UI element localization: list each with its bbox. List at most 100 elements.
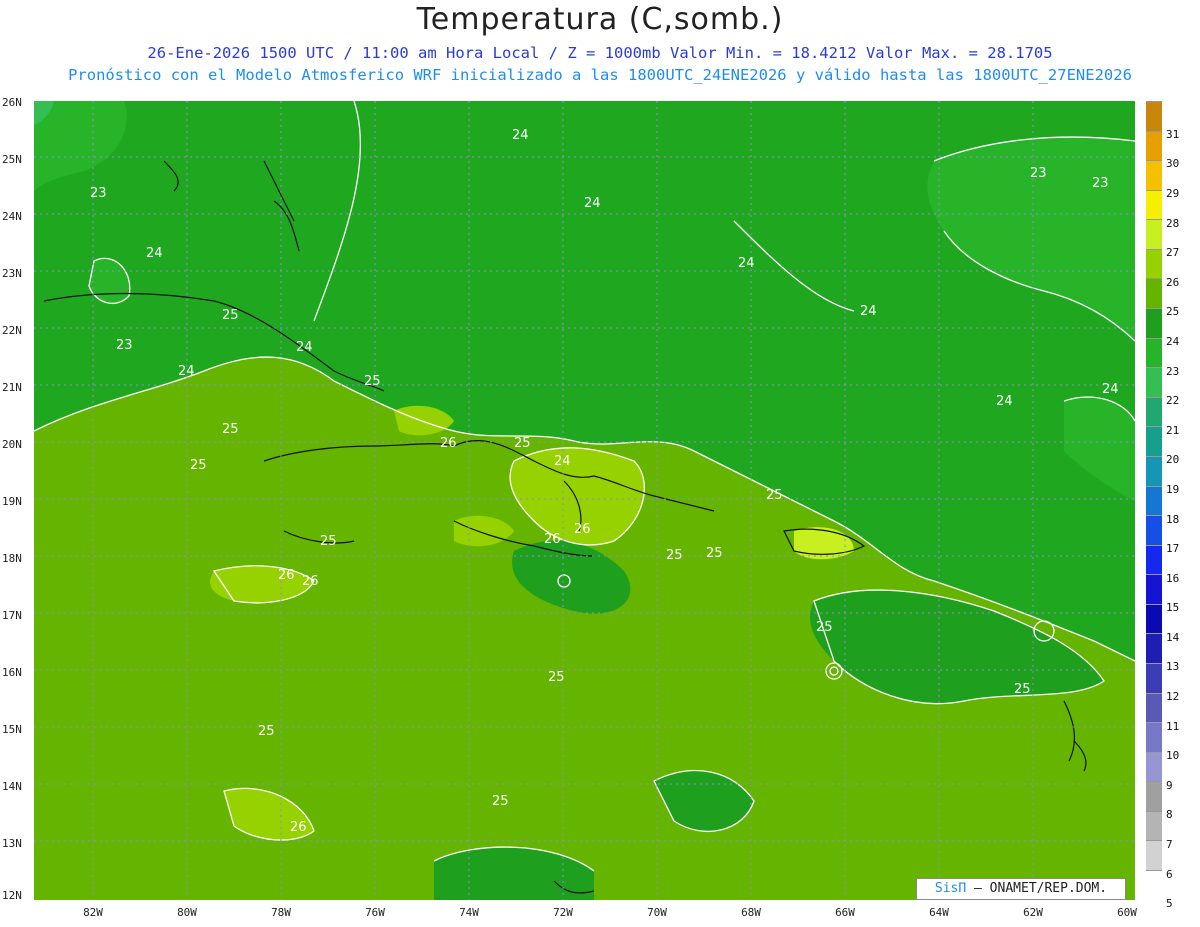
color-scale-label: 22	[1166, 394, 1180, 408]
contour-label: 24	[296, 340, 313, 355]
color-scale-cell	[1146, 662, 1162, 693]
map-title: Temperatura (C,somb.)	[416, 2, 784, 37]
color-scale-cell	[1146, 101, 1162, 131]
lon-label: 60W	[1117, 906, 1137, 919]
subtitle-model-info: Pronóstico con el Modelo Atmosferico WRF…	[68, 66, 1132, 84]
contour-label: 25	[190, 458, 207, 473]
lat-label: 23N	[2, 267, 22, 280]
lon-label: 76W	[365, 906, 385, 919]
contour-label: 24	[738, 256, 755, 271]
contour-label: 24	[146, 246, 163, 261]
color-scale-cell	[1146, 810, 1162, 841]
lat-label: 12N	[2, 889, 22, 902]
color-scale-cell	[1146, 544, 1162, 575]
contour-label: 23	[1030, 166, 1047, 181]
contour-label: 25	[816, 620, 833, 635]
color-scale-label: 12	[1166, 690, 1180, 704]
color-scale-label: 8	[1166, 808, 1173, 822]
contour-label: 25	[1014, 682, 1031, 697]
contour-label: 26	[440, 436, 457, 451]
color-scale-cell	[1146, 130, 1162, 161]
lon-label: 68W	[741, 906, 761, 919]
lon-label: 70W	[647, 906, 667, 919]
contour-label: 23	[90, 186, 107, 201]
contour-label: 25	[258, 724, 275, 739]
temperature-map: 24 23 24 24 24 23 24 24 25 24 23 24 25 2…	[34, 101, 1135, 900]
color-scale-label: 9	[1166, 778, 1173, 792]
lon-label: 74W	[459, 906, 479, 919]
color-scale-label: 17	[1166, 542, 1180, 556]
contour-label: 24	[554, 454, 571, 469]
contour-label: 25	[320, 534, 337, 549]
color-scale-label: 24	[1166, 334, 1180, 348]
color-scale-cell	[1146, 308, 1162, 338]
color-scale-cell	[1146, 219, 1162, 249]
color-scale-label: 13	[1166, 660, 1180, 674]
color-scale-cell	[1146, 426, 1162, 456]
color-scale-cell	[1146, 278, 1162, 309]
color-scale-label: 19	[1166, 482, 1180, 496]
color-scale-cell	[1146, 160, 1162, 190]
contour-label: 25	[222, 422, 239, 437]
lat-label: 13N	[2, 837, 22, 850]
contour-label: 24	[996, 394, 1013, 409]
color-scale-label: 21	[1166, 423, 1180, 437]
contour-label: 25	[364, 374, 381, 389]
color-scale-label: 30	[1166, 157, 1180, 171]
color-scale-label: 26	[1166, 275, 1180, 289]
contour-label: 26	[544, 532, 561, 547]
contour-label: 25	[548, 670, 565, 685]
lon-label: 78W	[271, 906, 291, 919]
color-scale-label: 31	[1166, 127, 1180, 141]
contour-label: 25	[666, 548, 683, 563]
color-scale-cell	[1146, 751, 1162, 782]
contour-label: 26	[574, 522, 591, 537]
lat-label: 16N	[2, 666, 22, 679]
contour-label: 23	[116, 338, 133, 353]
lat-label: 19N	[2, 495, 22, 508]
sispi-logo: SisΠ	[934, 881, 967, 896]
contour-label: 26	[290, 820, 307, 835]
contour-label: 24	[1102, 382, 1119, 397]
color-scale-label: 14	[1166, 630, 1180, 644]
color-scale-bar	[1146, 101, 1162, 900]
lat-label: 20N	[2, 438, 22, 451]
lon-label: 62W	[1023, 906, 1043, 919]
lon-label: 82W	[83, 906, 103, 919]
contour-label: 25	[492, 794, 509, 809]
lon-label: 80W	[177, 906, 197, 919]
lat-label: 22N	[2, 324, 22, 337]
color-scale-label: 27	[1166, 246, 1180, 260]
color-scale-label: 18	[1166, 512, 1180, 526]
lat-label: 15N	[2, 723, 22, 736]
lat-label: 17N	[2, 609, 22, 622]
contour-label: 25	[766, 488, 783, 503]
lat-label: 18N	[2, 552, 22, 565]
credit-text: – ONAMET/REP.DOM.	[974, 881, 1108, 896]
contour-label: 23	[1092, 176, 1109, 191]
credit-box: SisΠ – ONAMET/REP.DOM.	[916, 878, 1126, 900]
color-scale-label: 7	[1166, 838, 1173, 852]
color-scale-label: 28	[1166, 216, 1180, 230]
color-scale-cell	[1146, 870, 1162, 900]
contour-label: 24	[512, 128, 529, 143]
lat-label: 24N	[2, 210, 22, 223]
color-scale-label: 23	[1166, 364, 1180, 378]
lon-label: 66W	[835, 906, 855, 919]
color-scale-cell	[1146, 840, 1162, 871]
color-scale-label: 6	[1166, 867, 1173, 881]
contour-label: 25	[222, 308, 239, 323]
color-scale-cell	[1146, 722, 1162, 752]
color-scale-cell	[1146, 337, 1162, 368]
lon-label: 64W	[929, 906, 949, 919]
lat-label: 21N	[2, 381, 22, 394]
color-scale-cell	[1146, 189, 1162, 220]
color-scale-label: 20	[1166, 453, 1180, 467]
color-scale-cell	[1146, 603, 1162, 634]
color-scale-label: 5	[1166, 897, 1173, 911]
color-scale-cell	[1146, 515, 1162, 545]
color-scale-cell	[1146, 367, 1162, 397]
color-scale-cell	[1146, 485, 1162, 516]
color-scale-cell	[1146, 455, 1162, 486]
color-scale-cell	[1146, 781, 1162, 811]
